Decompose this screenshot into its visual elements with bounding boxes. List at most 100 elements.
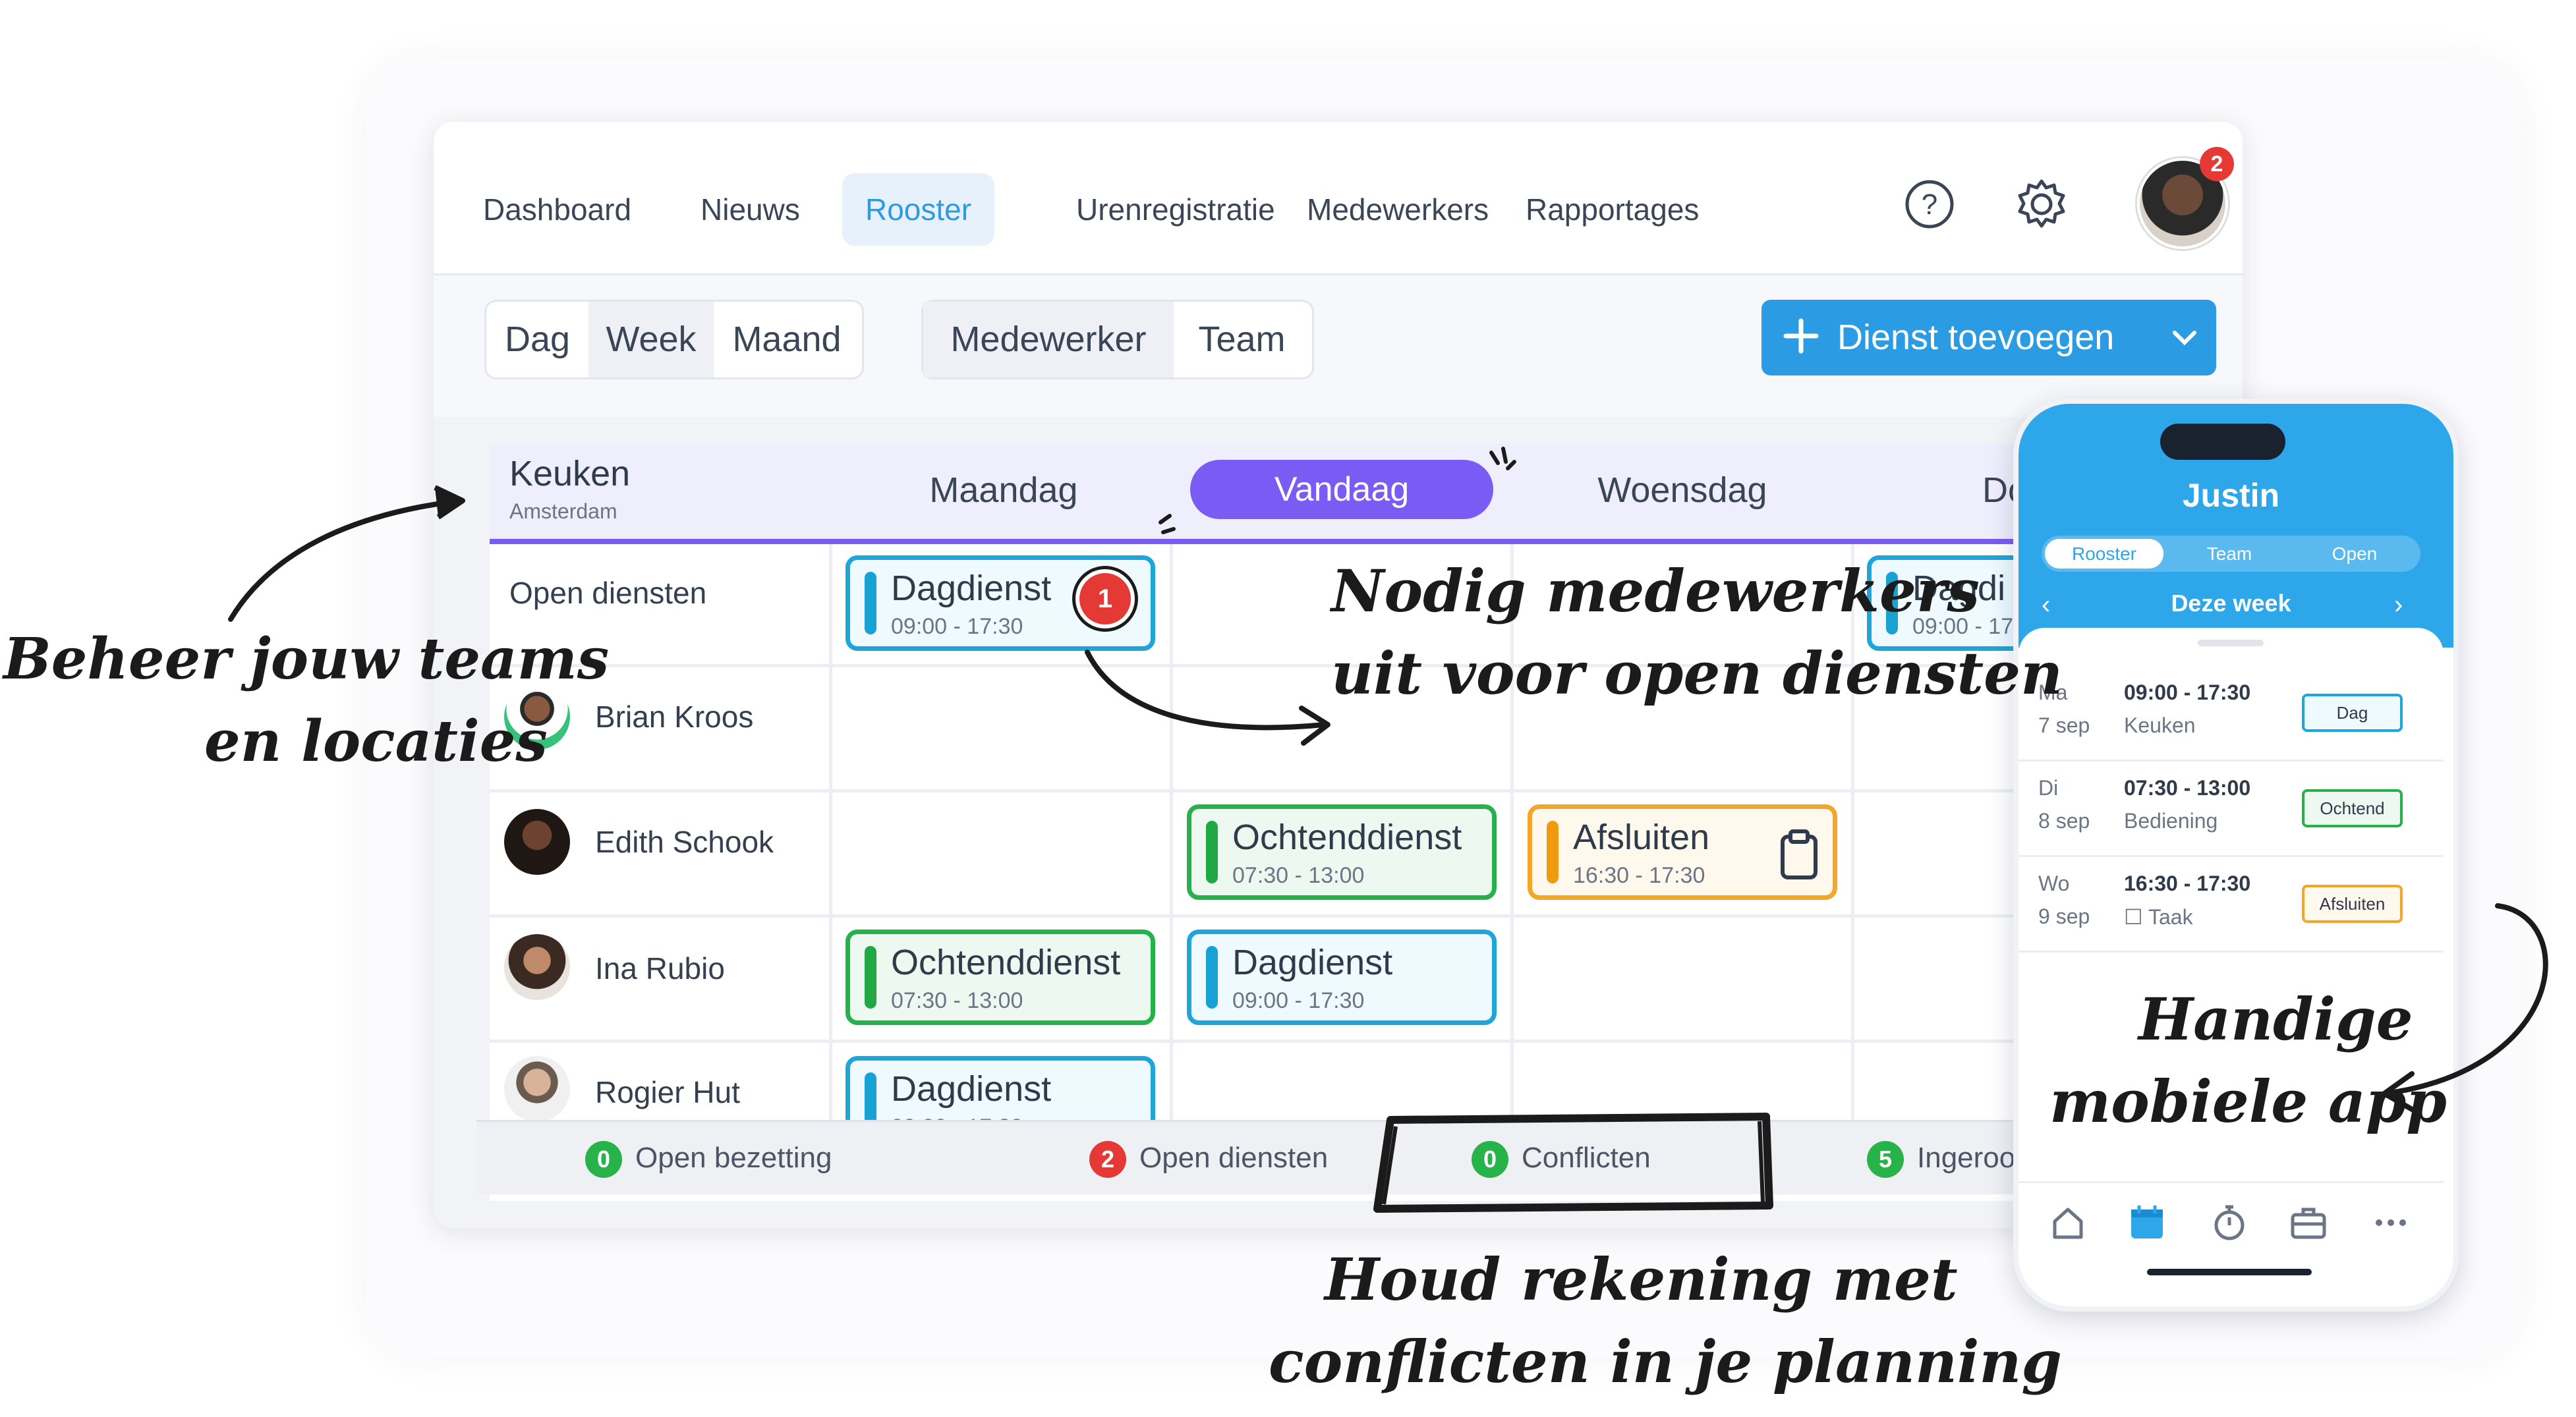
annotation-arrow-mobile	[2382, 903, 2548, 1113]
col-divider	[829, 544, 832, 1137]
nav-rooster[interactable]: Rooster	[842, 173, 995, 246]
home-icon[interactable]	[2048, 1203, 2088, 1246]
phone-tab-bar: Rooster Team Open	[2042, 536, 2420, 572]
shift-time: 09:00 - 17:30	[891, 614, 1023, 639]
shift-color-bar	[1206, 821, 1218, 883]
avatar-rogier-hut	[504, 1056, 570, 1122]
shift-color-bar	[865, 572, 876, 634]
shift-title: Ochtenddienst	[891, 943, 1121, 982]
phone-shift-time: 16:30 - 17:30	[2124, 872, 2251, 895]
chevron-right-icon[interactable]: ›	[2394, 592, 2420, 618]
row-divider	[490, 789, 2243, 792]
shift-time: 07:30 - 13:00	[891, 988, 1023, 1013]
phone-shift-row[interactable]: Di 8 sep 07:30 - 13:00 Bediening Ochtend	[2018, 763, 2444, 857]
plus-icon	[1778, 313, 1824, 359]
stopwatch-icon[interactable]	[2210, 1203, 2249, 1246]
shift-card[interactable]: Dagdienst 09:00 - 17:30 1	[845, 555, 1155, 651]
shift-time: 16:30 - 17:30	[1573, 863, 1705, 888]
view-month-button[interactable]: Maand	[714, 302, 860, 377]
help-icon[interactable]: ?	[1900, 175, 1959, 234]
phone-header: Justin Rooster Team Open ‹ Deze week ›	[2018, 404, 2453, 648]
phone-notch	[2160, 424, 2285, 460]
nav-nieuws[interactable]: Nieuws	[677, 173, 823, 246]
group-mode-switch: Medewerker Team	[921, 300, 1314, 379]
phone-shift-row[interactable]: Ma 7 sep 09:00 - 17:30 Keuken Dag	[2018, 667, 2444, 762]
add-shift-button[interactable]: Dienst toevoegen	[1761, 300, 2216, 375]
shift-card[interactable]: Afsluiten 16:30 - 17:30	[1528, 804, 1837, 900]
row-divider	[490, 1040, 2243, 1043]
row-label-ina-rubio[interactable]: Ina Rubio	[595, 951, 725, 986]
view-mode-switch: Dag Week Maand	[484, 300, 864, 379]
row-label-edith-schook[interactable]: Edith Schook	[595, 824, 774, 860]
schedule-summary-bar: 0 Open bezetting 2 Open diensten 0 Conflict…	[476, 1120, 2243, 1194]
team-location: Amsterdam	[509, 499, 617, 523]
avatar-ina-rubio	[504, 934, 570, 1000]
phone-shift-detail: Taak	[2148, 905, 2193, 929]
svg-text:?: ?	[1922, 188, 1937, 221]
shift-title: Dagdienst	[891, 1069, 1052, 1109]
team-name[interactable]: Keuken	[509, 453, 630, 494]
phone-tab-rooster[interactable]: Rooster	[2045, 539, 2163, 569]
shift-card[interactable]: Ochtenddienst 07:30 - 13:00	[845, 930, 1155, 1025]
annotation-invite-line1: Nodig medewerkers	[1331, 557, 1980, 625]
day-header-wednesday: Woensdag	[1597, 470, 1767, 510]
row-label-rogier-hut[interactable]: Rogier Hut	[595, 1074, 740, 1110]
shift-time: 09:00 - 17:30	[1232, 988, 1365, 1013]
drag-handle[interactable]	[2198, 640, 2264, 646]
task-icon: ☐	[2124, 905, 2148, 929]
group-team-button[interactable]: Team	[1174, 302, 1310, 377]
shift-title: Dagdienst	[1232, 943, 1393, 982]
clipboard-icon	[1776, 829, 1822, 881]
summary-open-shifts[interactable]: 2 Open diensten	[1089, 1138, 1329, 1179]
group-employee-button[interactable]: Medewerker	[923, 302, 1174, 377]
count-badge: 0	[585, 1141, 622, 1179]
summary-label: Open bezetting	[635, 1142, 832, 1174]
shift-color-bar	[1547, 821, 1559, 883]
shift-title: Afsluiten	[1573, 818, 1710, 857]
phone-user-name: Justin	[2182, 477, 2280, 514]
briefcase-icon[interactable]	[2289, 1203, 2328, 1246]
mobile-app-mockup: Justin Rooster Team Open ‹ Deze week › M…	[2013, 399, 2459, 1312]
more-icon[interactable]	[2371, 1203, 2411, 1246]
nav-urenregistratie[interactable]: Urenregistratie	[1053, 173, 1298, 246]
annotation-conflicts-line2: conflicten in je planning	[1269, 1327, 2062, 1396]
shift-time: 07:30 - 13:00	[1232, 863, 1365, 888]
summary-label: Open diensten	[1139, 1142, 1329, 1174]
chevron-down-icon[interactable]	[2167, 320, 2203, 356]
shift-card[interactable]: Dagdienst 09:00 - 17:30	[1187, 930, 1497, 1025]
col-divider	[1510, 544, 1514, 1137]
phone-shift-time: 07:30 - 13:00	[2124, 776, 2251, 800]
shift-title: Dagdienst	[891, 569, 1052, 608]
avatar-edith-schook	[504, 809, 570, 875]
nav-dashboard[interactable]: Dashboard	[460, 173, 654, 246]
shift-card[interactable]: Ochtenddienst 07:30 - 13:00	[1187, 804, 1497, 900]
calendar-icon[interactable]	[2127, 1203, 2167, 1246]
phone-shift-time: 09:00 - 17:30	[2124, 681, 2251, 704]
phone-shift-detail-row: ☐ Taak	[2124, 904, 2193, 930]
shift-title: Ochtenddienst	[1232, 818, 1462, 857]
nav-medewerkers[interactable]: Medewerkers	[1284, 173, 1512, 246]
annotation-conflicts-line1: Houd rekening met	[1325, 1245, 1958, 1314]
settings-gear-icon[interactable]	[2012, 175, 2071, 234]
phone-shift-day: Di	[2038, 776, 2059, 800]
annotation-teams-line2: en locaties	[204, 708, 548, 775]
phone-week-label: Deze week	[2171, 590, 2291, 617]
home-indicator	[2147, 1269, 2312, 1275]
shift-color-bar	[865, 946, 876, 1009]
phone-shift-date: 8 sep	[2038, 809, 2090, 833]
annotation-arrow-teams	[228, 485, 465, 622]
invite-count-badge: 1	[1079, 573, 1131, 625]
phone-shift-date: 7 sep	[2038, 713, 2090, 737]
phone-tab-open[interactable]: Open	[2295, 539, 2414, 569]
phone-shift-detail: Keuken	[2124, 713, 2196, 737]
phone-tab-team[interactable]: Team	[2173, 539, 2285, 569]
view-day-button[interactable]: Dag	[486, 302, 588, 377]
today-sparkle-decoration	[1159, 447, 1516, 534]
row-label-brian-kroos[interactable]: Brian Kroos	[595, 699, 753, 735]
nav-rapportages[interactable]: Rapportages	[1503, 173, 1722, 246]
top-navigation: Dashboard Nieuws Rooster Urenregistratie…	[434, 122, 2243, 275]
summary-open-occupancy[interactable]: 0 Open bezetting	[585, 1138, 832, 1179]
view-week-button[interactable]: Week	[588, 302, 714, 377]
annotation-invite-line2: uit voor open diensten	[1331, 639, 2063, 708]
phone-shift-day: Wo	[2038, 872, 2070, 895]
